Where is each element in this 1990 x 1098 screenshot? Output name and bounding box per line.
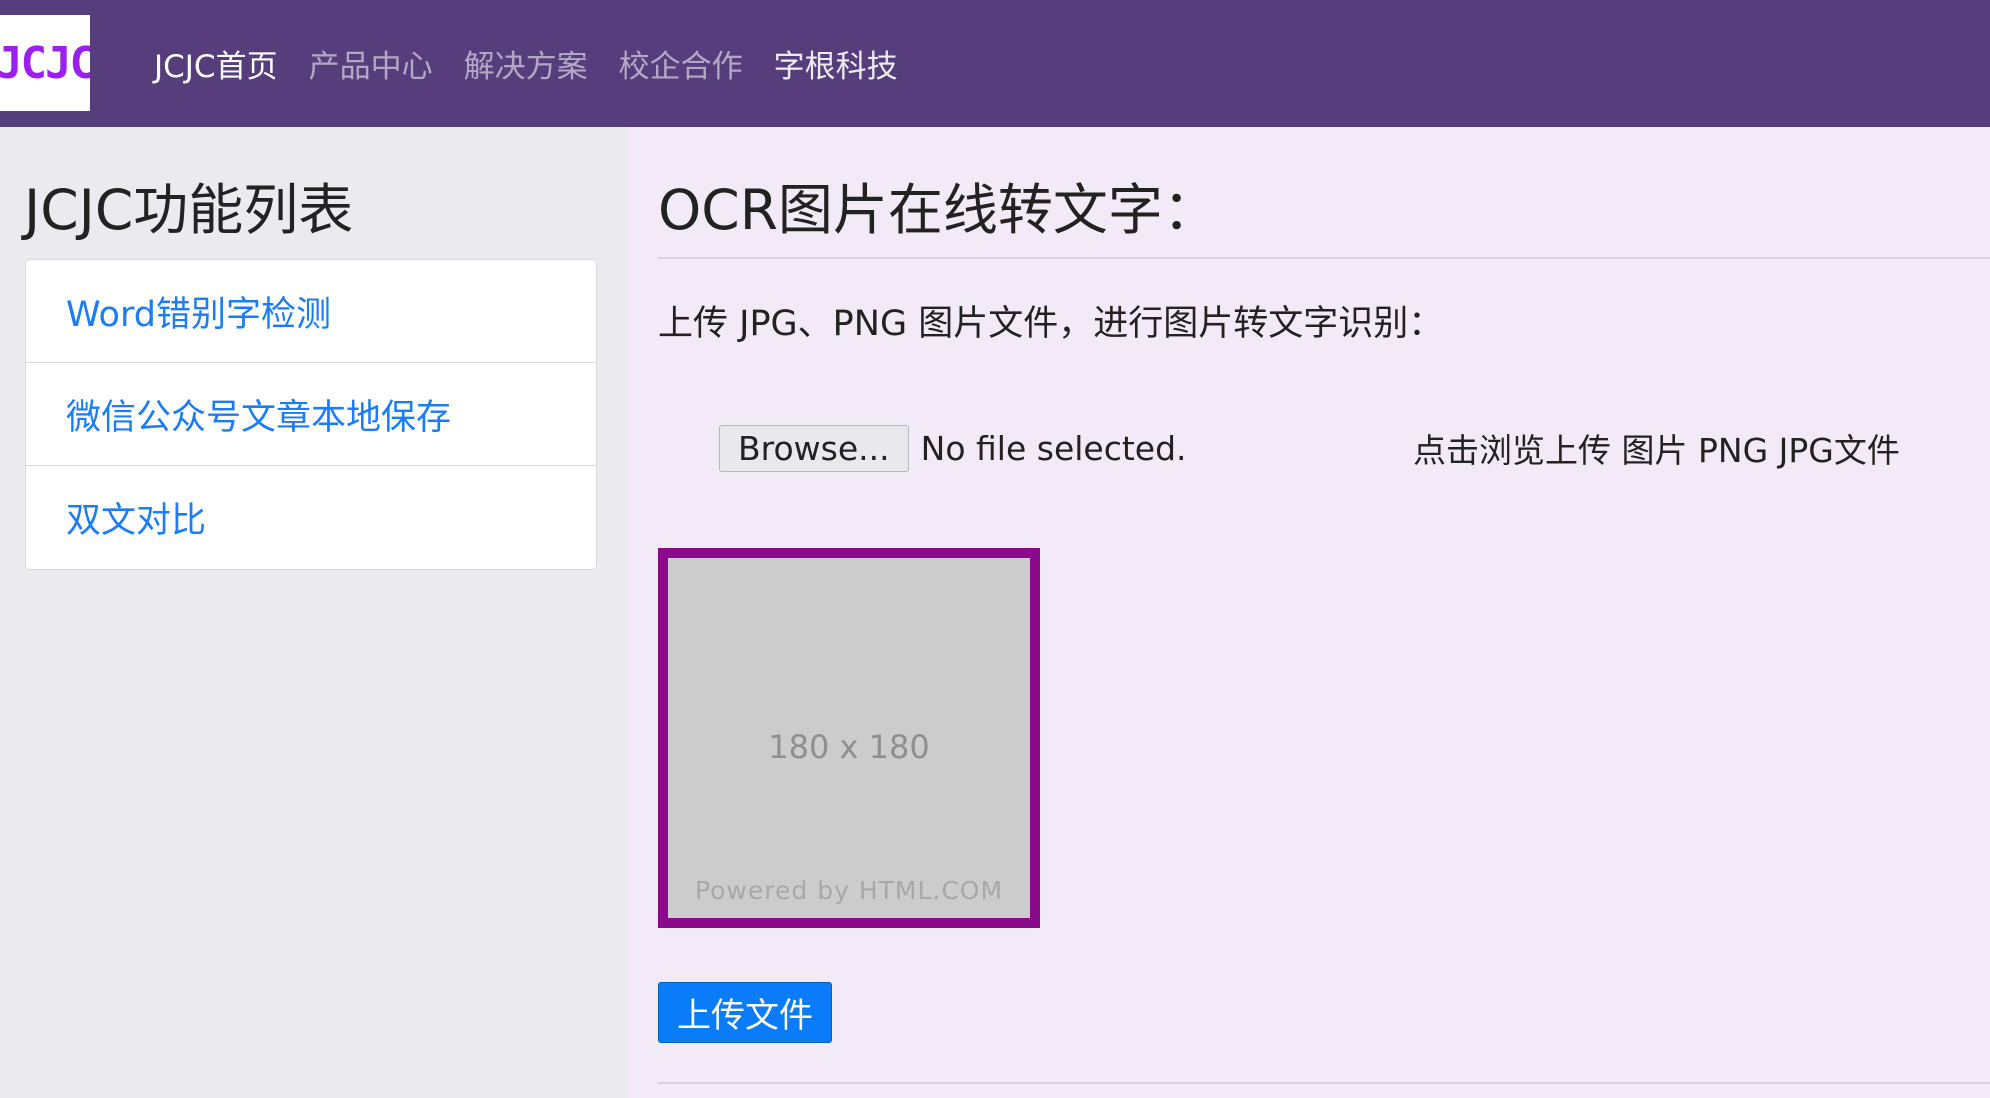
sidebar-title: JCJC功能列表	[24, 178, 354, 242]
page-title: OCR图片在线转文字：	[658, 178, 1218, 242]
top-navbar: JCJC JCJC首页 产品中心 解决方案 校企合作 字根科技	[0, 0, 1990, 127]
upload-instruction: 上传 JPG、PNG 图片文件，进行图片转文字识别：	[658, 304, 1444, 344]
sidebar: JCJC功能列表 Word错别字检测 微信公众号文章本地保存 双文对比	[0, 127, 627, 1098]
brand-logo[interactable]: JCJC	[0, 15, 90, 111]
browse-button[interactable]: Browse...	[719, 424, 909, 472]
preview-size-label: 180 x 180	[768, 728, 930, 766]
feature-item-wechat-article-save[interactable]: 微信公众号文章本地保存	[26, 363, 596, 466]
brand-logo-text: JCJC	[0, 37, 90, 89]
file-input: Browse... No file selected.	[719, 424, 1187, 472]
nav-link-products[interactable]: 产品中心	[309, 41, 433, 86]
file-status: No file selected.	[920, 428, 1187, 468]
nav-link-zigen-tech[interactable]: 字根科技	[774, 41, 898, 86]
feature-list: Word错别字检测 微信公众号文章本地保存 双文对比	[25, 259, 597, 570]
nav-links: JCJC首页 产品中心 解决方案 校企合作 字根科技	[154, 0, 929, 127]
upload-file-button[interactable]: 上传文件	[658, 982, 832, 1043]
divider-bottom	[658, 1082, 1990, 1084]
upload-hint: 点击浏览上传 图片 PNG JPG文件	[1413, 431, 1900, 470]
feature-item-word-typo-check[interactable]: Word错别字检测	[26, 260, 596, 363]
nav-link-home[interactable]: JCJC首页	[154, 41, 278, 86]
feature-item-text-compare[interactable]: 双文对比	[26, 466, 596, 569]
nav-link-cooperation[interactable]: 校企合作	[619, 41, 743, 86]
main-content: OCR图片在线转文字： 上传 JPG、PNG 图片文件，进行图片转文字识别： B…	[627, 127, 1990, 1098]
preview-credit: Powered by HTML.COM	[694, 876, 1004, 905]
divider-top	[658, 257, 1990, 259]
nav-link-solutions[interactable]: 解决方案	[464, 41, 588, 86]
image-preview: 180 x 180 Powered by HTML.COM	[658, 548, 1040, 928]
